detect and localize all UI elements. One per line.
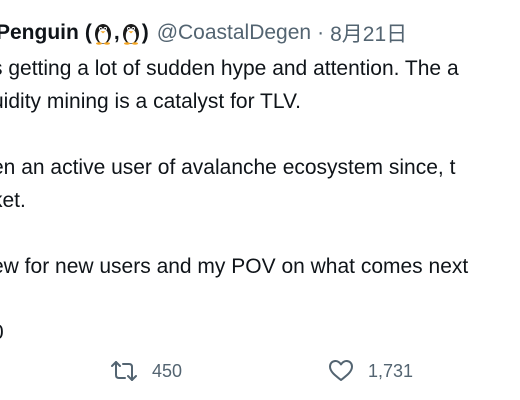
like-count: 1,731: [368, 360, 414, 381]
tweet-text-line: s getting a lot of sudden hype and atten…: [0, 57, 459, 80]
user-handle[interactable]: @CoastalDegen: [157, 21, 311, 45]
penguin-icon: [94, 24, 111, 45]
like-button[interactable]: 1,731: [328, 356, 413, 386]
tweet-card: Penguin ( ,) @CoastalDegen · 8月21日 s ge…: [0, 0, 520, 400]
action-bar: 450 1,731: [0, 356, 520, 386]
tweet-text-line: en an active user of avalanche ecosystem…: [0, 156, 456, 179]
retweet-button[interactable]: 450: [110, 356, 182, 386]
display-name[interactable]: Penguin: [0, 21, 79, 45]
tweet-date[interactable]: 8月21日: [330, 18, 407, 48]
retweet-count: 450: [152, 360, 183, 381]
tweet-text: s getting a lot of sudden hype and atten…: [0, 52, 520, 349]
heart-icon: [329, 360, 353, 381]
tweet-header: Penguin ( ,) @CoastalDegen · 8月21日: [0, 18, 407, 48]
tweet-text-line: uidity mining is a catalyst for TLV.: [0, 90, 301, 113]
retweet-icon: [111, 361, 137, 381]
paren-open: (: [84, 21, 92, 44]
separator-dot: ·: [317, 21, 325, 44]
tweet-text-line: ket.: [0, 189, 26, 212]
tweet-text-line: 0: [0, 316, 520, 349]
penguin-icon: [122, 24, 139, 45]
name-emoji-group: ( ,): [85, 21, 149, 45]
paren-close: ): [141, 21, 149, 44]
tweet-text-line: ew for new users and my POV on what come…: [0, 255, 469, 278]
